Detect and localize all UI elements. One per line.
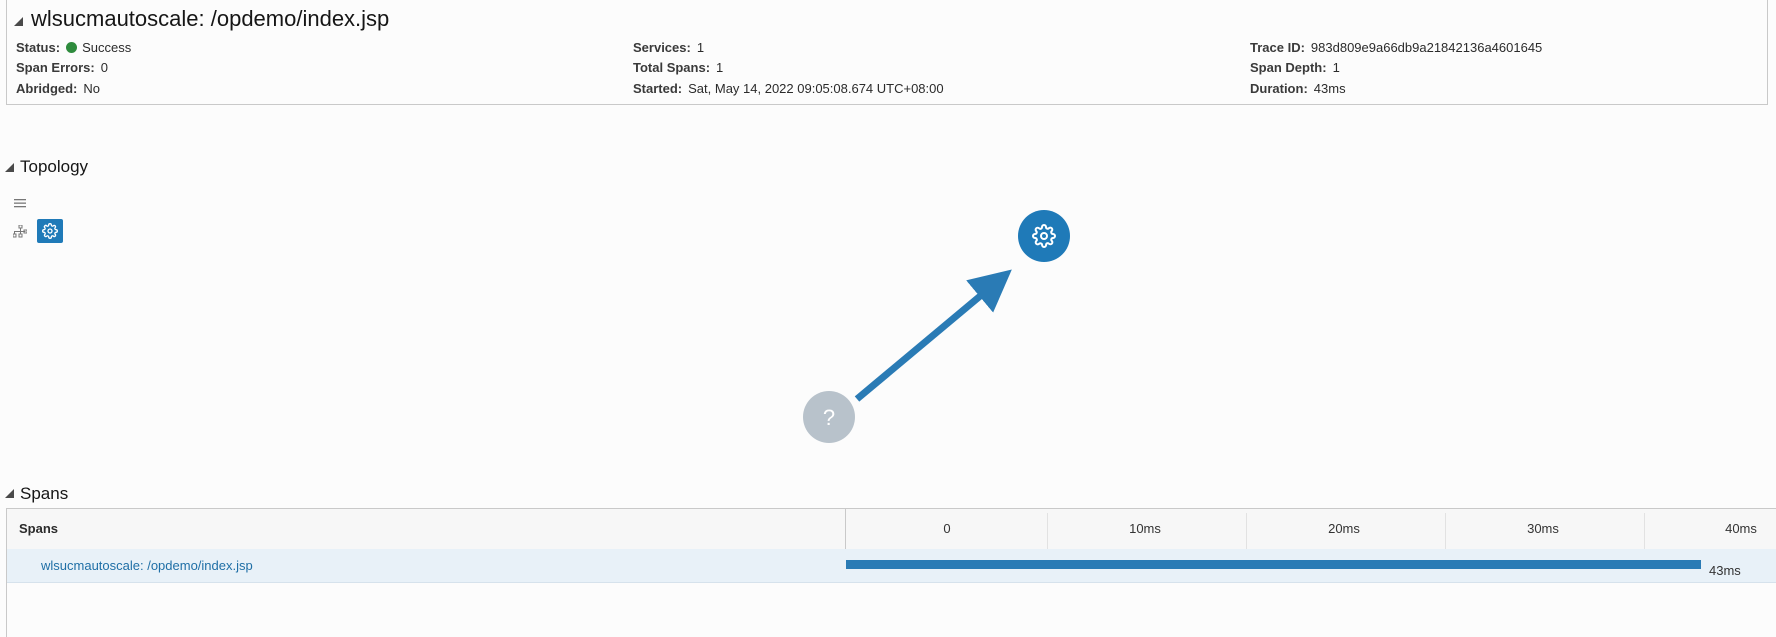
span-duration-label: 43ms <box>1709 563 1741 578</box>
tick-gridline <box>1047 513 1048 549</box>
collapse-spans-icon[interactable] <box>5 489 14 498</box>
spans-table-header: Spans 0 10ms 20ms 30ms 40ms <box>7 509 1776 550</box>
timeline-tick: 0 <box>943 521 951 536</box>
tick-gridline <box>1644 513 1645 549</box>
spans-title: Spans <box>20 484 69 503</box>
tick-gridline <box>1445 513 1446 549</box>
unknown-service-node[interactable]: ? <box>803 391 855 443</box>
span-duration-bar[interactable] <box>846 560 1701 569</box>
topology-edge[interactable] <box>854 269 1012 402</box>
spans-table: Spans 0 10ms 20ms 30ms 40ms wlsucmautosc… <box>6 508 1776 637</box>
spans-column-header[interactable]: Spans <box>19 521 58 536</box>
column-divider[interactable] <box>845 509 846 549</box>
span-name-link[interactable]: wlsucmautoscale: /opdemo/index.jsp <box>41 558 253 573</box>
timeline-tick: 30ms <box>1527 521 1559 536</box>
timeline-tick: 40ms <box>1725 521 1757 536</box>
tick-gridline <box>1246 513 1247 549</box>
timeline-tick: 20ms <box>1328 521 1360 536</box>
question-icon: ? <box>823 405 835 430</box>
service-node[interactable] <box>1018 210 1070 262</box>
topology-graph: ? <box>803 210 1070 443</box>
timeline-tick: 10ms <box>1129 521 1161 536</box>
